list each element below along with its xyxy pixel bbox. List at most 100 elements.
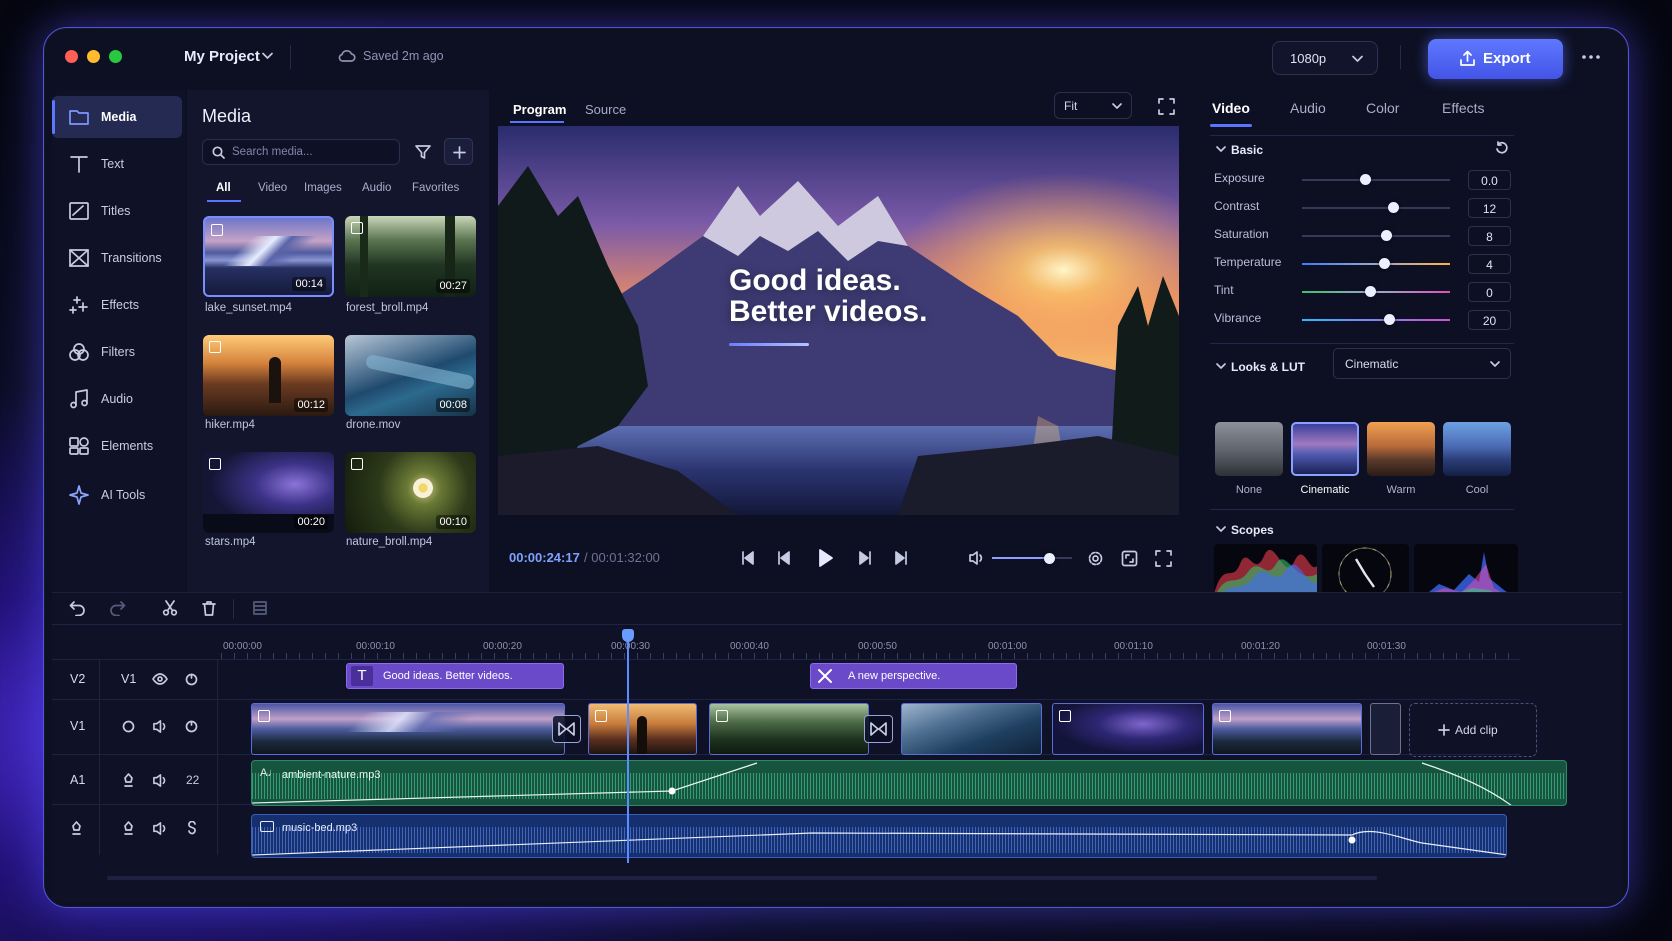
tint-slider[interactable] (1302, 286, 1450, 297)
video-clip[interactable] (1212, 703, 1362, 755)
saturation-slider[interactable] (1302, 230, 1450, 241)
media-thumbnail[interactable]: 00:08 (345, 335, 476, 416)
audio-clip[interactable]: music-bed.mp3 (251, 814, 1507, 858)
look-preset-warm[interactable] (1367, 422, 1435, 476)
sidebar-item-text[interactable]: Text (52, 143, 182, 185)
chevron-down-icon[interactable] (1216, 363, 1226, 370)
add-clip-button[interactable]: Add clip (1409, 703, 1537, 757)
video-clip[interactable] (1052, 703, 1204, 755)
tint-value-field[interactable]: 0 (1468, 282, 1511, 302)
undo-icon[interactable] (69, 600, 86, 616)
trash-icon[interactable] (201, 600, 217, 616)
media-tab-images[interactable]: Images (304, 182, 342, 194)
slider-knob[interactable] (1380, 230, 1392, 241)
safe-area-icon[interactable] (1121, 550, 1138, 567)
filter-icon[interactable] (414, 143, 432, 161)
media-thumbnail[interactable]: 00:14 (203, 216, 334, 297)
temperature-value-field[interactable]: 4 (1468, 254, 1511, 274)
media-tab-video[interactable]: Video (258, 182, 287, 194)
reset-icon[interactable] (1495, 141, 1509, 155)
track-toggle-icon[interactable] (122, 720, 135, 733)
media-thumbnail[interactable]: 00:20 (203, 452, 334, 533)
slider-knob[interactable] (1379, 258, 1391, 269)
sidebar-item-media[interactable]: Media (52, 96, 182, 138)
media-tab-audio[interactable]: Audio (362, 182, 391, 194)
mic-icon[interactable] (122, 773, 135, 787)
transition-marker[interactable] (864, 715, 893, 743)
contrast-slider[interactable] (1302, 202, 1450, 213)
volume-icon[interactable] (152, 773, 168, 788)
sidebar-item-effects[interactable]: Effects (52, 284, 182, 326)
look-preset-cinematic[interactable] (1291, 422, 1359, 476)
export-button[interactable]: Export (1428, 39, 1563, 79)
saturation-value-field[interactable]: 8 (1468, 226, 1511, 246)
slider-knob[interactable] (1364, 286, 1376, 297)
playhead[interactable] (627, 633, 629, 863)
video-clip[interactable] (709, 703, 869, 755)
look-preset-cool[interactable] (1443, 422, 1511, 476)
exposure-value-field[interactable]: 0.0 (1468, 170, 1511, 190)
solo-icon[interactable] (185, 821, 199, 835)
empty-clip-slot[interactable] (1370, 703, 1401, 755)
minimize-window-button[interactable] (87, 50, 100, 63)
sidebar-item-elements[interactable]: Elements (52, 425, 182, 467)
contrast-value-field[interactable]: 12 (1468, 198, 1511, 218)
skip-to-start-icon[interactable] (741, 551, 755, 565)
fullscreen-icon[interactable] (1158, 98, 1175, 115)
media-thumbnail[interactable]: 00:12 (203, 335, 334, 416)
temperature-slider[interactable] (1302, 258, 1450, 269)
slider-knob[interactable] (1360, 174, 1372, 185)
title-clip[interactable]: T Good ideas. Better videos. (346, 663, 564, 689)
audio-clip[interactable]: A♩ ambient-nature.mp3 (251, 760, 1567, 806)
vibrance-value-field[interactable]: 20 (1468, 310, 1511, 330)
resolution-dropdown[interactable]: 1080p (1272, 41, 1378, 75)
media-tab-favorites[interactable]: Favorites (412, 182, 459, 194)
title-clip[interactable]: A new perspective. (810, 663, 1017, 689)
more-options-icon[interactable] (1581, 54, 1601, 60)
track-target-v1[interactable]: V1 (121, 672, 136, 686)
video-clip[interactable] (251, 703, 565, 755)
maximize-window-button[interactable] (109, 50, 122, 63)
tab-video[interactable]: Video (1212, 100, 1250, 116)
volume-slider[interactable] (992, 552, 1072, 564)
tab-source[interactable]: Source (585, 102, 626, 117)
settings-gear-icon[interactable] (1087, 550, 1104, 567)
mic-icon[interactable] (70, 821, 83, 835)
sidebar-item-transitions[interactable]: Transitions (52, 237, 182, 279)
volume-icon[interactable] (152, 719, 168, 734)
fullscreen-icon[interactable] (1155, 550, 1172, 567)
tab-effects[interactable]: Effects (1442, 100, 1485, 116)
media-tab-all[interactable]: All (216, 182, 231, 194)
step-forward-icon[interactable] (857, 551, 871, 565)
sidebar-item-titles[interactable]: Titles (52, 190, 182, 232)
media-thumbnail[interactable]: 00:27 (345, 216, 476, 297)
slider-knob[interactable] (1388, 202, 1400, 213)
chevron-down-icon[interactable] (1216, 146, 1226, 153)
tab-program[interactable]: Program (513, 102, 566, 117)
exposure-slider[interactable] (1302, 174, 1450, 185)
playhead-handle[interactable] (622, 629, 634, 642)
mic-icon[interactable] (122, 821, 135, 835)
video-clip[interactable] (901, 703, 1042, 755)
scissors-icon[interactable] (162, 600, 178, 616)
tab-audio[interactable]: Audio (1290, 100, 1326, 116)
step-back-icon[interactable] (778, 551, 792, 565)
sidebar-item-ai-tools[interactable]: AI Tools (52, 474, 182, 516)
slider-knob[interactable] (1383, 314, 1395, 325)
tab-color[interactable]: Color (1366, 100, 1399, 116)
add-media-button[interactable] (444, 138, 473, 165)
lock-icon[interactable] (185, 720, 198, 733)
eye-icon[interactable] (152, 673, 168, 685)
video-clip[interactable] (588, 703, 697, 755)
lock-icon[interactable] (185, 673, 198, 686)
volume-icon[interactable] (968, 550, 985, 566)
search-input[interactable]: Search media... (202, 139, 400, 165)
chevron-down-icon[interactable] (1216, 526, 1226, 533)
volume-knob[interactable] (1044, 552, 1056, 564)
zoom-dropdown[interactable]: Fit (1054, 92, 1132, 119)
play-icon[interactable] (818, 548, 834, 568)
vibrance-slider[interactable] (1302, 314, 1450, 325)
title-overlay[interactable]: Good ideas. Better videos. (729, 265, 927, 327)
layers-icon[interactable] (253, 601, 267, 615)
project-name-dropdown[interactable]: My Project (184, 48, 273, 65)
